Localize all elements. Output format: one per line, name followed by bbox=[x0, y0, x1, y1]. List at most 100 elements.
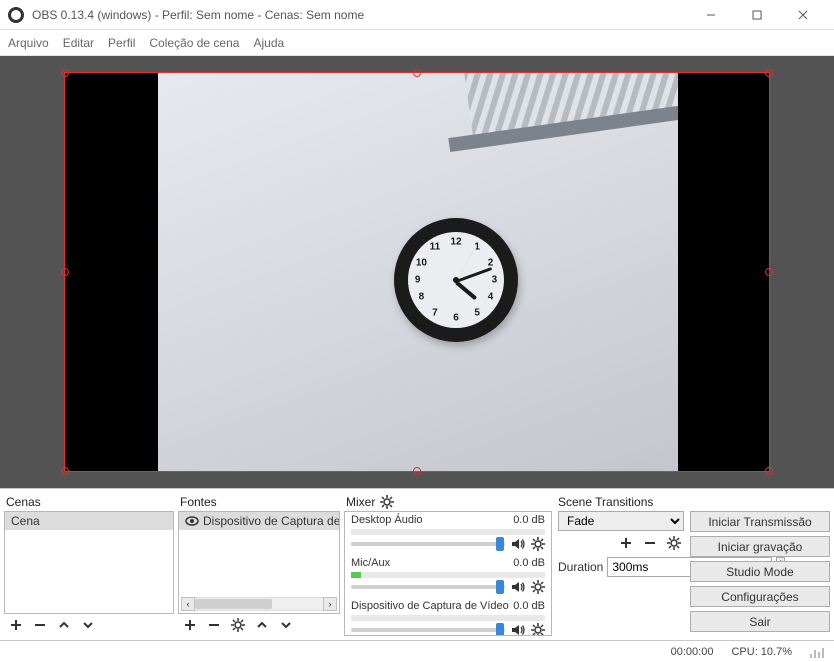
speaker-icon[interactable] bbox=[511, 537, 525, 551]
clock-num-6: 6 bbox=[453, 313, 459, 324]
status-vu-meter bbox=[810, 646, 824, 658]
clock-num-3: 3 bbox=[492, 275, 498, 286]
menu-bar: Arquivo Editar Perfil Coleção de cena Aj… bbox=[0, 30, 834, 56]
scene-up-button[interactable] bbox=[56, 617, 72, 633]
source-up-button[interactable] bbox=[254, 617, 270, 633]
menu-edit[interactable]: Editar bbox=[63, 36, 94, 50]
scroll-track[interactable] bbox=[195, 597, 323, 611]
status-time: 00:00:00 bbox=[671, 646, 714, 658]
mixer-channel-name: Mic/Aux bbox=[351, 557, 390, 569]
scroll-thumb[interactable] bbox=[195, 599, 272, 609]
preview-area[interactable]: 12 1 2 3 4 5 6 7 8 9 10 11 bbox=[0, 56, 834, 488]
menu-help[interactable]: Ajuda bbox=[253, 36, 284, 50]
preview-source[interactable]: 12 1 2 3 4 5 6 7 8 9 10 11 bbox=[158, 72, 678, 472]
scenes-toolbar bbox=[4, 614, 174, 636]
resize-handle-r[interactable] bbox=[765, 268, 773, 276]
source-down-button[interactable] bbox=[278, 617, 294, 633]
scenes-panel: Cenas Cena bbox=[4, 493, 174, 636]
clock-num-4: 4 bbox=[488, 292, 494, 303]
mixer-channel: Mic/Aux 0.0 dB bbox=[345, 555, 551, 598]
bottom-panels: Cenas Cena Fontes Dispositivo de Captura… bbox=[0, 488, 834, 640]
minimize-button[interactable] bbox=[688, 0, 734, 30]
mixer-channel-name: Dispositivo de Captura de Vídeo bbox=[351, 600, 509, 612]
controls-panel: Iniciar Transmissão Iniciar gravação Stu… bbox=[690, 493, 830, 636]
sources-list[interactable]: Dispositivo de Captura de Vídeo ‹ › bbox=[178, 511, 340, 614]
scroll-right-button[interactable]: › bbox=[323, 597, 337, 611]
mixer-volume-slider[interactable] bbox=[351, 628, 505, 632]
menu-file[interactable]: Arquivo bbox=[8, 36, 49, 50]
source-properties-button[interactable] bbox=[230, 617, 246, 633]
clock-num-11: 11 bbox=[430, 242, 441, 253]
resize-handle-br[interactable] bbox=[765, 467, 773, 475]
sources-panel: Fontes Dispositivo de Captura de Vídeo ‹… bbox=[178, 493, 340, 636]
mixer-level-meter bbox=[351, 615, 545, 621]
sources-scrollbar[interactable]: ‹ › bbox=[181, 597, 337, 611]
eye-icon[interactable] bbox=[185, 516, 199, 526]
mixer-channel: Desktop Áudio 0.0 dB bbox=[345, 512, 551, 555]
start-streaming-button[interactable]: Iniciar Transmissão bbox=[690, 511, 830, 532]
mixer-channel-name: Desktop Áudio bbox=[351, 514, 423, 526]
resize-handle-l[interactable] bbox=[61, 268, 69, 276]
clock-num-5: 5 bbox=[474, 307, 480, 318]
add-source-button[interactable] bbox=[182, 617, 198, 633]
remove-source-button[interactable] bbox=[206, 617, 222, 633]
settings-button[interactable]: Configurações bbox=[690, 586, 830, 607]
scroll-left-button[interactable]: ‹ bbox=[181, 597, 195, 611]
speaker-icon[interactable] bbox=[511, 580, 525, 594]
close-button[interactable] bbox=[780, 0, 826, 30]
title-bar: OBS 0.13.4 (windows) - Perfil: Sem nome … bbox=[0, 0, 834, 30]
mixer-channel-db: 0.0 dB bbox=[513, 600, 545, 612]
resize-handle-tl[interactable] bbox=[61, 69, 69, 77]
duration-label: Duration bbox=[558, 560, 603, 574]
transitions-panel: Scene Transitions Fade Duration ▲▼ bbox=[556, 493, 686, 636]
speaker-icon[interactable] bbox=[511, 623, 525, 636]
transition-select[interactable]: Fade bbox=[558, 511, 684, 531]
gear-icon[interactable] bbox=[531, 537, 545, 551]
mixer-panel: Mixer Desktop Áudio 0.0 dB Mic/Aux 0.0 d… bbox=[344, 493, 552, 636]
mixer-level-meter bbox=[351, 572, 545, 578]
gear-icon[interactable] bbox=[531, 623, 545, 636]
mixer-volume-slider[interactable] bbox=[351, 542, 505, 546]
clock-num-7: 7 bbox=[432, 307, 438, 318]
mixer-list: Desktop Áudio 0.0 dB Mic/Aux 0.0 dB Disp… bbox=[344, 511, 552, 636]
menu-scene-collection[interactable]: Coleção de cena bbox=[149, 36, 239, 50]
gear-icon[interactable] bbox=[531, 580, 545, 594]
preview-canvas[interactable]: 12 1 2 3 4 5 6 7 8 9 10 11 bbox=[64, 72, 770, 472]
menu-profile[interactable]: Perfil bbox=[108, 36, 135, 50]
add-transition-button[interactable] bbox=[618, 535, 634, 551]
window-buttons bbox=[688, 0, 826, 30]
clock-num-12: 12 bbox=[450, 236, 461, 247]
app-icon bbox=[8, 7, 24, 23]
mixer-channel-db: 0.0 dB bbox=[513, 514, 545, 526]
clock-hour-hand bbox=[455, 280, 477, 300]
source-item-label: Dispositivo de Captura de Vídeo bbox=[203, 514, 340, 528]
studio-mode-button[interactable]: Studio Mode bbox=[690, 561, 830, 582]
status-cpu: CPU: 10.7% bbox=[731, 646, 792, 658]
status-bar: 00:00:00 CPU: 10.7% bbox=[0, 640, 834, 662]
scenes-list[interactable]: Cena bbox=[4, 511, 174, 614]
transition-settings-button[interactable] bbox=[666, 535, 682, 551]
mixer-channel-db: 0.0 dB bbox=[513, 557, 545, 569]
remove-transition-button[interactable] bbox=[642, 535, 658, 551]
sources-toolbar bbox=[178, 614, 340, 636]
mixer-settings-icon[interactable] bbox=[380, 495, 394, 509]
remove-scene-button[interactable] bbox=[32, 617, 48, 633]
resize-handle-bl[interactable] bbox=[61, 467, 69, 475]
start-recording-button[interactable]: Iniciar gravação bbox=[690, 536, 830, 557]
source-item[interactable]: Dispositivo de Captura de Vídeo bbox=[179, 512, 339, 530]
mixer-volume-slider[interactable] bbox=[351, 585, 505, 589]
scenes-title: Cenas bbox=[6, 495, 41, 509]
scene-down-button[interactable] bbox=[80, 617, 96, 633]
mixer-title: Mixer bbox=[346, 495, 375, 509]
clock-face: 12 1 2 3 4 5 6 7 8 9 10 11 bbox=[408, 232, 504, 328]
clock-pin bbox=[453, 277, 459, 283]
exit-button[interactable]: Sair bbox=[690, 611, 830, 632]
add-scene-button[interactable] bbox=[8, 617, 24, 633]
wall-clock: 12 1 2 3 4 5 6 7 8 9 10 11 bbox=[394, 218, 518, 342]
mixer-level-meter bbox=[351, 529, 545, 535]
sources-title: Fontes bbox=[180, 495, 217, 509]
resize-handle-tr[interactable] bbox=[765, 69, 773, 77]
clock-num-10: 10 bbox=[416, 257, 427, 268]
scene-item[interactable]: Cena bbox=[5, 512, 173, 530]
maximize-button[interactable] bbox=[734, 0, 780, 30]
